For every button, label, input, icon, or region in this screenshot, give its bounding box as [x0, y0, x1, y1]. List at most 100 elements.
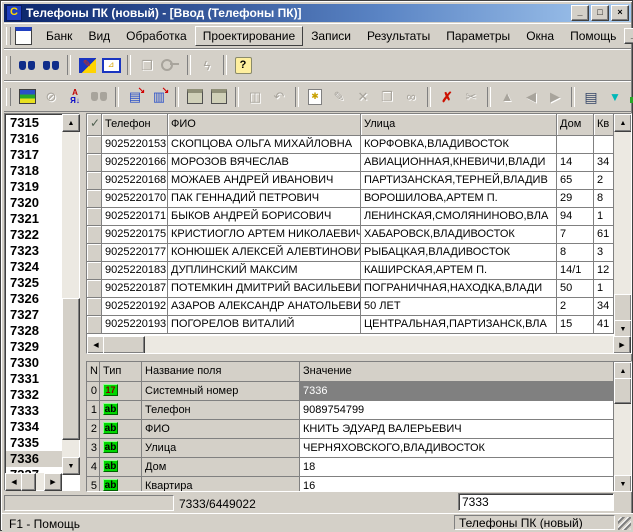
save-icon[interactable]: ◫ — [243, 85, 267, 109]
design-icon[interactable]: ✎ — [75, 53, 99, 77]
column-header-fio[interactable]: ФИО — [168, 114, 361, 135]
record-list-item[interactable]: 7331 — [6, 371, 62, 387]
column-header-house[interactable]: Дом — [557, 114, 594, 135]
menu-design[interactable]: Проектирование — [195, 26, 304, 46]
resize-grip[interactable] — [618, 517, 631, 530]
cell-field-value[interactable]: 9089754799 — [300, 401, 614, 419]
record-list-item[interactable]: 7335 — [6, 435, 62, 451]
field-row[interactable]: 5 ab Квартира 16 — [87, 477, 614, 491]
menu-processing[interactable]: Обработка — [118, 26, 195, 46]
open-bank-icon[interactable] — [15, 85, 39, 109]
record-form-icon[interactable]: ▤ — [579, 85, 603, 109]
scroll-thumb[interactable] — [62, 298, 80, 440]
record-list-item[interactable]: 7320 — [6, 195, 62, 211]
record-list-item[interactable]: 7330 — [6, 355, 62, 371]
scroll-up-button[interactable]: ▲ — [614, 114, 632, 132]
find-repeat-icon[interactable] — [87, 85, 111, 109]
cancel-icon[interactable]: ⊘ — [39, 85, 63, 109]
toolbar-grip[interactable] — [6, 56, 11, 74]
copy-record-icon[interactable]: ❐ — [375, 85, 399, 109]
record-list-item[interactable]: 7316 — [6, 131, 62, 147]
menu-windows[interactable]: Окна — [518, 26, 562, 46]
scroll-up-button[interactable]: ▲ — [62, 114, 80, 132]
cut-marked-icon[interactable]: ✂ — [459, 85, 483, 109]
record-list-item[interactable]: 7315 — [6, 115, 62, 131]
column-header-value[interactable]: Значение — [300, 362, 614, 381]
access-key-icon[interactable] — [159, 53, 183, 77]
scroll-right-button[interactable]: ▶ — [44, 473, 62, 491]
table-row[interactable]: 9025220192 АЗАРОВ АЛЕКСАНДР АНАТОЛЬЕВИЧ … — [87, 298, 614, 316]
cell-field-value[interactable]: 16 — [300, 477, 614, 491]
table-row[interactable]: 9025220171 БЫКОВ АНДРЕЙ БОРИСОВИЧ ЛЕНИНС… — [87, 208, 614, 226]
record-list-item[interactable]: 7327 — [6, 307, 62, 323]
column-header-type[interactable]: Тип — [100, 362, 142, 381]
cell-field-value[interactable]: 7336 — [300, 382, 614, 400]
new-record-icon[interactable]: ✱ — [303, 85, 327, 109]
copy-icon[interactable]: ❐ — [135, 53, 159, 77]
undo-icon[interactable]: ↶ — [267, 85, 291, 109]
record-list-item[interactable]: 7323 — [6, 243, 62, 259]
toolbar-grip[interactable] — [6, 88, 11, 106]
tree-links-icon[interactable] — [627, 85, 633, 109]
column-header-n[interactable]: N — [87, 362, 100, 381]
table-row[interactable]: 9025220168 МОЖАЕВ АНДРЕЙ ИВАНОВИЧ ПАРТИЗ… — [87, 172, 614, 190]
print-record-icon[interactable] — [183, 85, 207, 109]
move-next-icon[interactable]: ▶ — [543, 85, 567, 109]
menu-bank[interactable]: Банк — [38, 26, 80, 46]
scroll-thumb[interactable] — [614, 378, 632, 404]
table-row[interactable]: 9025220175 КРИСТИОГЛО АРТЕМ НИКОЛАЕВИЧ Х… — [87, 226, 614, 244]
child-minimize-button[interactable]: _ — [624, 28, 633, 44]
report-view-icon[interactable]: ⊿ — [99, 53, 123, 77]
table-row[interactable]: 9025220166 МОРОЗОВ ВЯЧЕСЛАВ АВИАЦИОННАЯ,… — [87, 154, 614, 172]
record-list-item[interactable]: 7325 — [6, 275, 62, 291]
goto-record-input[interactable] — [458, 493, 614, 511]
print-list-icon[interactable] — [207, 85, 231, 109]
record-list-item[interactable]: 7333 — [6, 403, 62, 419]
record-list-item[interactable]: 7329 — [6, 339, 62, 355]
scroll-thumb[interactable] — [614, 294, 632, 322]
menu-help[interactable]: Помощь — [562, 26, 624, 46]
scroll-down-button[interactable]: ▼ — [614, 475, 632, 492]
minimize-button[interactable]: _ — [571, 5, 589, 21]
grid-horizontal-scrollbar[interactable]: ◀ ▶ — [87, 336, 631, 353]
delete-marked-icon[interactable]: ✗ — [435, 85, 459, 109]
menu-view[interactable]: Вид — [80, 26, 118, 46]
scroll-thumb[interactable] — [103, 336, 145, 354]
import-book-icon[interactable]: ▥ — [147, 85, 171, 109]
child-window-icon[interactable] — [15, 27, 32, 45]
remove-record-icon[interactable]: ✕ — [351, 85, 375, 109]
record-list-item[interactable]: 7317 — [6, 147, 62, 163]
find-document-icon[interactable] — [39, 53, 63, 77]
cell-field-value[interactable]: КНИТЬ ЭДУАРД ВАЛЕРЬЕВИЧ — [300, 420, 614, 438]
find-icon[interactable] — [15, 53, 39, 77]
table-row[interactable]: 9025220193 ПОГОРЕЛОВ ВИТАЛИЙ ЦЕНТРАЛЬНАЯ… — [87, 316, 614, 334]
cell-field-value[interactable]: 18 — [300, 458, 614, 476]
record-list-item[interactable]: 7326 — [6, 291, 62, 307]
record-list-item[interactable]: 7319 — [6, 179, 62, 195]
table-row[interactable]: 9025220170 ПАК ГЕННАДИЙ ПЕТРОВИЧ ВОРОШИЛ… — [87, 190, 614, 208]
sort-az-icon[interactable] — [63, 85, 87, 109]
record-list-item[interactable]: 7332 — [6, 387, 62, 403]
field-row[interactable]: 0 17 Системный номер 7336 — [87, 382, 614, 401]
import-record-icon[interactable]: ▤ — [123, 85, 147, 109]
grid-vertical-scrollbar[interactable]: ▲ ▼ — [614, 114, 631, 336]
field-row[interactable]: 1 ab Телефон 9089754799 — [87, 401, 614, 420]
field-row[interactable]: 2 ab ФИО КНИТЬ ЭДУАРД ВАЛЕРЬЕВИЧ — [87, 420, 614, 439]
maximize-button[interactable]: □ — [591, 5, 609, 21]
field-row[interactable]: 3 ab Улица ЧЕРНЯХОВСКОГО,ВЛАДИВОСТОК — [87, 439, 614, 458]
column-header-field-name[interactable]: Название поля — [142, 362, 300, 381]
list-vertical-scrollbar[interactable]: ▲ ▼ — [62, 114, 79, 473]
table-row[interactable]: 9025220153 СКОПЦОВА ОЛЬГА МИХАЙЛОВНА КОР… — [87, 136, 614, 154]
edit-record-icon[interactable]: ✎ — [327, 85, 351, 109]
list-horizontal-scrollbar[interactable]: ◀ ▶ — [5, 473, 62, 490]
close-button[interactable]: × — [611, 5, 629, 21]
scroll-thumb[interactable] — [21, 473, 36, 491]
record-list-item[interactable]: 7324 — [6, 259, 62, 275]
table-row[interactable]: 9025220183 ДУПЛИНСКИЙ МАКСИМ КАШИРСКАЯ,А… — [87, 262, 614, 280]
scroll-right-button[interactable]: ▶ — [613, 336, 631, 354]
record-list-item[interactable]: 7336 — [6, 451, 62, 467]
menu-results[interactable]: Результаты — [359, 26, 438, 46]
fields-vertical-scrollbar[interactable]: ▲ ▼ — [614, 362, 631, 491]
record-list-item[interactable]: 7321 — [6, 211, 62, 227]
filter-icon[interactable]: ▼ — [603, 85, 627, 109]
